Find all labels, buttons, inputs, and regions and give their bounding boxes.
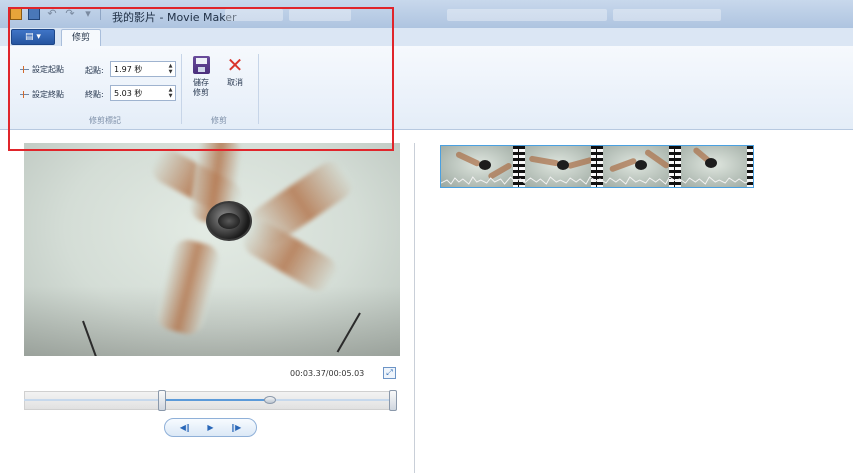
end-point-label: 終點: bbox=[85, 90, 104, 99]
movie-maker-icon[interactable] bbox=[10, 8, 22, 20]
ribbon-tab-bar: ▤ ▾ 修剪 bbox=[0, 28, 853, 46]
blurred-tab[interactable] bbox=[447, 9, 607, 21]
blurred-tab[interactable] bbox=[225, 9, 283, 21]
blurred-tab[interactable] bbox=[289, 9, 351, 21]
save-trim-button[interactable]: 儲存 修剪 bbox=[188, 56, 214, 98]
thumbnail-hub bbox=[705, 158, 717, 168]
start-point-value[interactable]: 1.97 秒 bbox=[111, 64, 166, 75]
playback-controls: ◀‖ ▶ ‖▶ bbox=[164, 418, 257, 437]
cancel-trim-button[interactable]: ✕ 取消 bbox=[222, 53, 248, 88]
next-frame-icon[interactable]: ‖▶ bbox=[231, 423, 241, 433]
cancel-label: 取消 bbox=[227, 78, 243, 87]
set-end-point-button[interactable]: 設定終點 bbox=[20, 89, 64, 100]
ribbon-panel: 設定起點 設定終點 起點: 1.97 秒 ▲ ▼ 終點: 5.03 秒 ▲ ▼ 修剪… bbox=[0, 46, 853, 130]
video-preview[interactable] bbox=[24, 143, 400, 356]
menu-icon: ▤ ▾ bbox=[25, 32, 41, 42]
timecode-display: 00:03.37/00:05.03 bbox=[290, 369, 365, 378]
quick-access-toolbar: ↶ ↷ ▾ bbox=[10, 8, 101, 20]
group-divider bbox=[181, 54, 182, 124]
set-end-label: 設定終點 bbox=[32, 90, 64, 99]
fan-hub-center bbox=[218, 213, 240, 229]
set-start-point-button[interactable]: 設定起點 bbox=[20, 64, 64, 75]
end-point-value[interactable]: 5.03 秒 bbox=[111, 88, 166, 99]
background-taskbar-items bbox=[225, 9, 721, 21]
spin-arrows-icon[interactable]: ▲ ▼ bbox=[166, 62, 175, 76]
trim-range-line bbox=[162, 399, 271, 401]
previous-frame-icon[interactable]: ◀‖ bbox=[180, 423, 190, 433]
set-end-icon bbox=[20, 91, 29, 98]
thumbnail-hub bbox=[479, 160, 491, 170]
file-menu-button[interactable]: ▤ ▾ bbox=[11, 29, 55, 45]
trim-end-handle[interactable] bbox=[389, 390, 397, 411]
title-bar: ↶ ↷ ▾ 我的影片 - Movie Maker bbox=[0, 0, 853, 28]
red-x-icon: ✕ bbox=[226, 53, 244, 77]
start-point-stepper[interactable]: 1.97 秒 ▲ ▼ bbox=[110, 61, 176, 77]
undo-icon[interactable]: ↶ bbox=[46, 8, 58, 20]
toolbar-divider bbox=[100, 8, 101, 20]
blurred-tab[interactable] bbox=[613, 9, 721, 21]
storyboard-clip[interactable] bbox=[440, 145, 754, 188]
customize-toolbar-icon[interactable]: ▾ bbox=[82, 8, 94, 20]
trim-markers-group-label: 修剪標記 bbox=[89, 116, 121, 125]
tab-trim[interactable]: 修剪 bbox=[61, 29, 101, 46]
preview-shading bbox=[24, 286, 400, 356]
audio-waveform bbox=[441, 176, 753, 185]
set-start-label: 設定起點 bbox=[32, 65, 64, 74]
trim-group-label: 修剪 bbox=[211, 116, 227, 125]
window-title: 我的影片 - Movie Maker bbox=[112, 11, 237, 24]
start-point-label: 起點: bbox=[85, 66, 104, 75]
play-icon[interactable]: ▶ bbox=[207, 423, 213, 433]
spin-arrows-icon[interactable]: ▲ ▼ bbox=[166, 86, 175, 100]
save-trim-label: 儲存 修剪 bbox=[193, 78, 209, 97]
redo-icon[interactable]: ↷ bbox=[64, 8, 76, 20]
set-start-icon bbox=[20, 66, 29, 73]
save-icon[interactable] bbox=[28, 8, 40, 20]
floppy-disk-icon bbox=[192, 56, 210, 74]
thumbnail-hub bbox=[557, 160, 569, 170]
trim-start-handle[interactable] bbox=[158, 390, 166, 411]
group-divider bbox=[258, 54, 259, 124]
end-point-stepper[interactable]: 5.03 秒 ▲ ▼ bbox=[110, 85, 176, 101]
expand-icon[interactable]: ⤢ bbox=[383, 367, 396, 379]
movie-maker-window: ↶ ↷ ▾ 我的影片 - Movie Maker ▤ ▾ 修剪 設定起點 設定終… bbox=[0, 0, 853, 473]
thumbnail-hub bbox=[635, 160, 647, 170]
pane-divider[interactable] bbox=[414, 143, 415, 473]
